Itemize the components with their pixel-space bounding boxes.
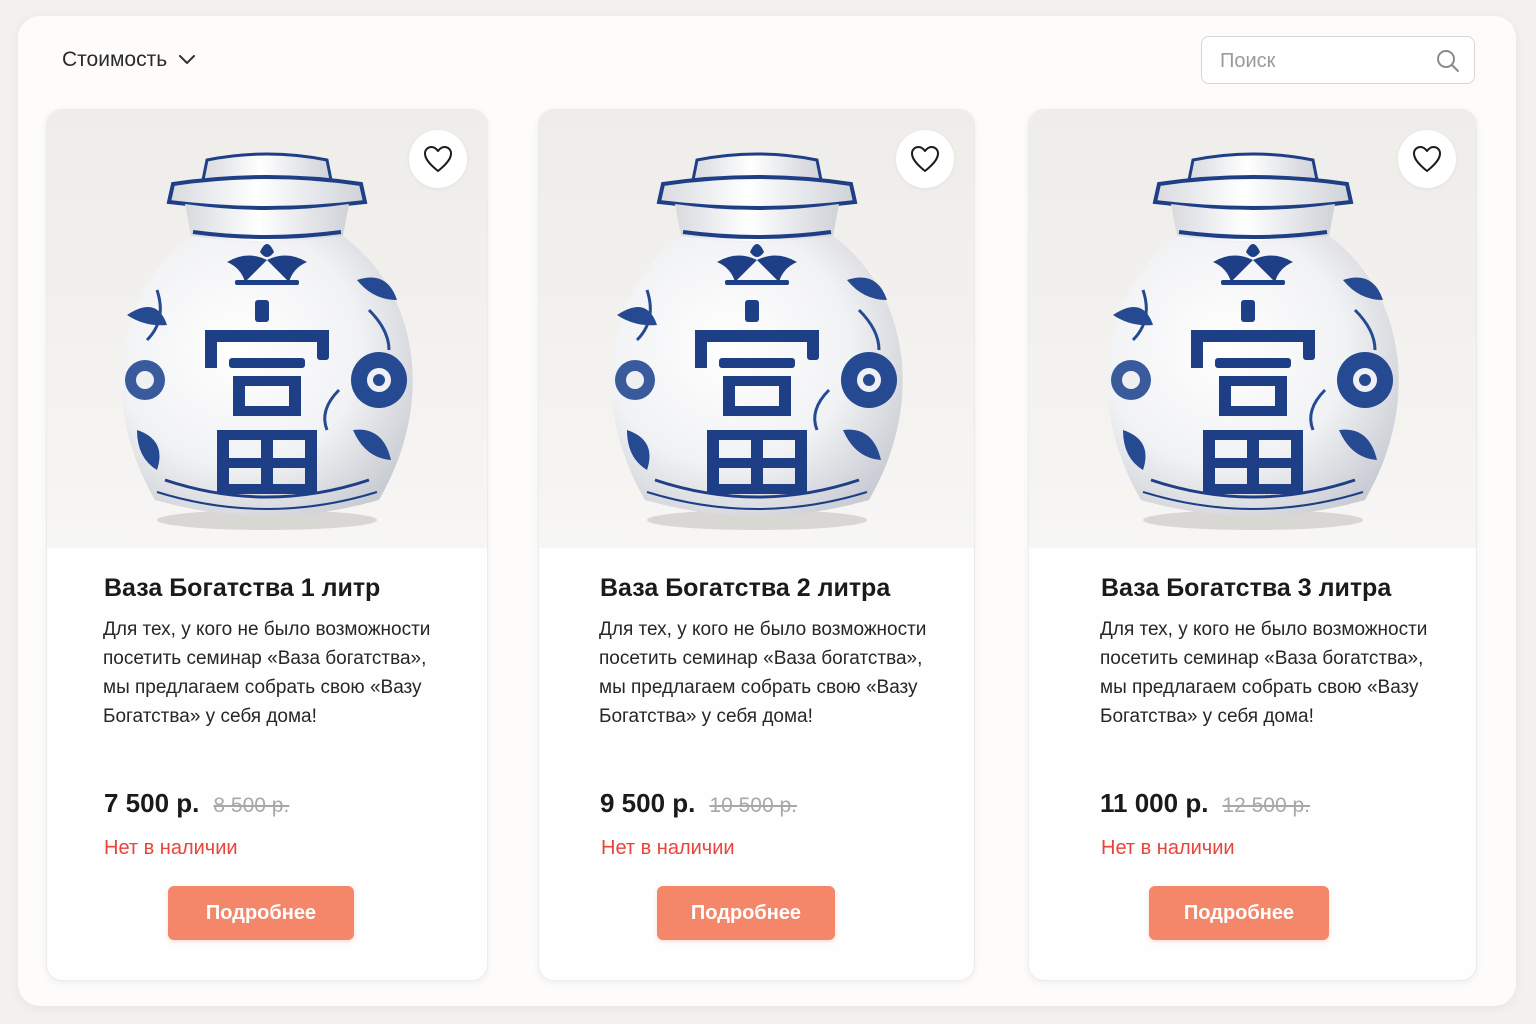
search-input[interactable] [1218, 37, 1432, 85]
current-price: 7 500 р. [104, 788, 200, 818]
favorite-button[interactable] [1398, 130, 1456, 188]
product-card: Ваза Богатства 3 литра Для тех, у кого н… [1028, 109, 1477, 981]
details-button[interactable]: Подробнее [168, 886, 354, 940]
heart-icon [424, 146, 452, 172]
current-price: 9 500 р. [600, 788, 696, 818]
vase-image [1104, 152, 1401, 532]
catalog-panel: Стоимость Ваза Богатства 1 литр Для тех,… [18, 16, 1516, 1006]
favorite-button[interactable] [896, 130, 954, 188]
product-card: Ваза Богатства 1 литр Для тех, у кого не… [46, 109, 488, 981]
product-image[interactable] [47, 110, 487, 548]
product-title: Ваза Богатства 3 литра [1101, 574, 1392, 602]
price-block: 7 500 р. 8 500 р. [104, 788, 289, 819]
stock-status: Нет в наличии [104, 837, 238, 859]
product-image[interactable] [1029, 110, 1476, 548]
chevron-down-icon [179, 55, 196, 64]
vase-image [119, 152, 415, 532]
sort-label: Стоимость [62, 48, 168, 71]
product-image[interactable] [539, 110, 974, 548]
current-price: 11 000 р. [1100, 788, 1209, 818]
product-title: Ваза Богатства 2 литра [600, 574, 891, 602]
old-price: 10 500 р. [709, 794, 797, 817]
product-card: Ваза Богатства 2 литра Для тех, у кого н… [538, 109, 975, 981]
old-price: 12 500 р. [1222, 794, 1311, 817]
sort-dropdown[interactable]: Стоимость [62, 48, 196, 72]
product-description: Для тех, у кого не было возможности посе… [599, 619, 927, 727]
search-box [1201, 36, 1475, 85]
heart-icon [911, 146, 939, 172]
vase-image [608, 152, 905, 532]
stock-status: Нет в наличии [1101, 837, 1235, 859]
product-title: Ваза Богатства 1 литр [104, 574, 381, 602]
product-description: Для тех, у кого не было возможности посе… [1100, 619, 1428, 727]
search-icon[interactable] [1436, 49, 1460, 73]
stock-status: Нет в наличии [601, 837, 735, 859]
product-description: Для тех, у кого не было возможности посе… [103, 619, 431, 727]
price-block: 11 000 р. 12 500 р. [1100, 788, 1310, 819]
heart-icon [1413, 146, 1441, 172]
favorite-button[interactable] [409, 130, 467, 188]
old-price: 8 500 р. [213, 794, 290, 817]
details-button[interactable]: Подробнее [1149, 886, 1329, 940]
details-button[interactable]: Подробнее [657, 886, 835, 940]
price-block: 9 500 р. 10 500 р. [600, 788, 797, 819]
